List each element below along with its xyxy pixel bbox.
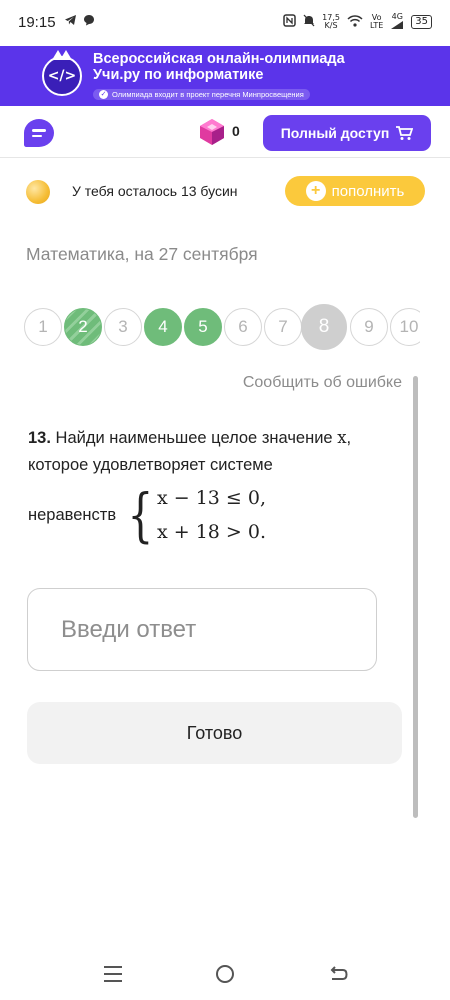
question-nav-item-6[interactable]: 6 [224,308,262,346]
question-nav-item-2[interactable]: 2 [64,308,102,346]
cart-icon [396,126,414,140]
olympiad-logo-icon: </> [42,50,82,96]
question-text: 13. Найди наименьшее целое значение x, к… [28,428,352,474]
beads-remaining-text: У тебя осталось 13 бусин [72,183,238,199]
wifi-icon [347,14,363,30]
status-time: 19:15 [18,13,56,31]
banner-subtitle-badge: ✓ Олимпиада входит в проект перечня Минп… [93,88,310,100]
question-nav-item-4[interactable]: 4 [144,308,182,346]
page-title: Математика, на 27 сентября [26,244,258,264]
home-icon[interactable] [216,965,234,983]
beads-balance: У тебя осталось 13 бусин + пополнить [0,172,450,212]
answer-input[interactable] [27,588,377,671]
gem-icon [200,119,224,145]
recent-apps-icon[interactable] [104,966,122,982]
inequality-1: x − 13 ≤ 0, [157,487,267,509]
question-variable: x [337,428,347,447]
done-button[interactable]: Готово [27,702,402,764]
back-icon[interactable] [328,964,348,984]
question-nav-item-5[interactable]: 5 [184,308,222,346]
bead-icon [26,180,50,204]
plus-icon: + [305,181,326,201]
nfc-icon [283,14,296,30]
inequality-system: неравенств { x − 13 ≤ 0, x + 18 > 0. [28,481,267,549]
network-type: Vo LTE [369,13,384,30]
network-speed: 17,5 K/S [322,13,340,30]
question-nav-item-1[interactable]: 1 [24,308,62,346]
question-number: 13. [28,429,51,447]
brace-symbol: { [127,481,154,549]
topup-button[interactable]: + пополнить [285,176,425,206]
question-navigation: 1 2 3 4 5 6 7 8 9 10 [24,304,420,350]
question-nav-item-9[interactable]: 9 [350,308,388,346]
question-nav-item-3[interactable]: 3 [104,308,142,346]
system-nav-bar [0,950,450,1000]
gem-count: 0 [232,123,240,139]
olympiad-banner[interactable]: </> Всероссийская онлайн-олимпиада Учи.р… [0,46,450,106]
scrollbar[interactable] [413,376,418,818]
inequality-2: x + 18 > 0. [157,521,267,543]
report-error-link[interactable]: Сообщить об ошибке [243,374,402,392]
question-nav-item-8[interactable]: 8 [301,304,347,350]
check-icon: ✓ [99,89,108,99]
battery-icon: 35 [411,15,432,29]
mute-icon [303,14,315,30]
signal-icon: 4G [390,13,404,31]
banner-title: Всероссийская онлайн-олимпиада Учи.ру по… [93,51,345,83]
question-nav-item-7[interactable]: 7 [264,308,302,346]
telegram-icon [64,14,77,30]
app-header: 0 Полный доступ [0,108,450,158]
message-icon [83,14,95,30]
question-nav-item-10[interactable]: 10 [390,308,420,346]
menu-chat-icon[interactable] [24,119,54,147]
full-access-button[interactable]: Полный доступ [263,115,431,151]
status-bar: 19:15 17,5 K/S Vo LTE 4G 35 [0,0,450,44]
